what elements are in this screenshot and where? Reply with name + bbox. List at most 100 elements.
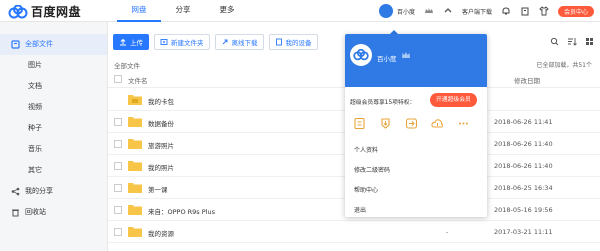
row-checkbox[interactable] [114,118,122,126]
upload-button[interactable]: 上传 [113,34,149,50]
column-header-date[interactable]: 修改日期 [514,75,540,85]
menu-item-change-password[interactable]: 修改二级密码 [345,161,487,181]
popup-header: 百小度 [345,34,487,87]
sidebar-item-other[interactable]: 其它 [0,160,107,181]
privilege-icons [353,117,470,130]
toolbar: 上传 新建文件夹 离线下载 我的设备 [113,34,318,50]
username[interactable]: 百小度 [397,7,415,16]
view-tools [550,37,594,46]
file-date: 2018-06-25 16:34 [494,184,553,192]
file-size: - [446,228,449,236]
row-checkbox[interactable] [114,140,122,148]
row-checkbox[interactable] [114,206,122,214]
shirt-icon[interactable] [539,6,549,16]
logo[interactable]: 百度网盘 [8,3,81,20]
sidebar-item-label: 全部文件 [25,40,53,48]
file-name[interactable]: 第一课 [148,184,168,194]
sort-icon[interactable] [567,37,577,46]
upload-icon [120,38,126,46]
share-icon [11,187,20,196]
file-date: 2017-03-21 11:11 [494,228,553,236]
file-date: 2018-06-26 11:40 [494,140,553,148]
file-date: 2018-06-26 11:40 [494,162,553,170]
new-folder-label: 新建文件夹 [171,39,204,47]
baidu-cloud-avatar-icon [353,49,369,61]
popup-menu: 个人资料 修改二级密码 帮助中心 退出 [345,141,487,217]
sidebar-item-my-share[interactable]: 我的分享 [0,181,107,202]
row-checkbox[interactable] [114,228,122,236]
privilege-transfer-icon[interactable] [405,117,418,130]
sidebar-item-label: 回收站 [25,208,46,216]
folder-icon [128,117,142,127]
folder-icon [128,139,142,149]
sidebar-item-label: 我的分享 [25,187,53,195]
header-right: 百小度 客户端下载 会员中心 [378,4,594,18]
files-icon [11,40,20,49]
file-count: 已全部加载，共51个 [536,62,592,69]
file-date: 2018-05-16 19:56 [494,206,553,214]
link-icon [222,39,227,45]
new-folder-icon [160,39,168,45]
file-name[interactable]: 数据备份 [148,118,174,128]
row-checkbox[interactable] [114,162,122,170]
sidebar-item-images[interactable]: 图片 [0,55,107,76]
sidebar: 全部文件 图片 文档 视频 种子 音乐 其它 我的分享 回收站 [0,22,108,251]
sidebar-item-all-files[interactable]: 全部文件 [0,34,107,55]
privilege-storage-icon[interactable] [353,117,366,130]
menu-item-logout[interactable]: 退出 [345,201,487,217]
card-folder-icon [128,95,142,105]
folder-icon [128,161,142,171]
file-date: 2018-06-26 11:41 [494,118,553,126]
user-popup: 百小度 超级会员尊享15项特权： 开通超级会员 个人资料 修改二级密码 帮助中心… [345,34,487,217]
chevron-up-icon[interactable] [443,6,453,16]
sidebar-item-docs[interactable]: 文档 [0,76,107,97]
open-super-vip-button[interactable]: 开通超级会员 [430,93,477,107]
privilege-cloud-icon[interactable] [431,117,444,130]
file-name[interactable]: 旅游照片 [148,140,174,150]
file-name[interactable]: 我的卡包 [148,96,174,106]
tab-share[interactable]: 分享 [161,0,205,22]
menu-item-profile[interactable]: 个人资料 [345,141,487,161]
row-checkbox[interactable] [114,184,122,192]
sidebar-item-music[interactable]: 音乐 [0,139,107,160]
trash-icon [12,209,19,217]
tab-more[interactable]: 更多 [205,0,249,22]
menu-item-help[interactable]: 帮助中心 [345,181,487,201]
clipboard-icon[interactable] [520,6,530,16]
privilege-download-icon[interactable] [379,117,392,130]
file-name[interactable]: 我的资源 [148,228,174,238]
my-device-button[interactable]: 我的设备 [268,34,318,50]
upload-label: 上传 [130,39,143,47]
logo-text: 百度网盘 [31,5,82,19]
file-name[interactable]: 我的照片 [148,162,174,172]
sidebar-item-recycle[interactable]: 回收站 [0,202,107,223]
offline-download-button[interactable]: 离线下载 [214,34,264,50]
select-all-checkbox[interactable] [114,75,122,83]
vip-promo-text: 超级会员尊享15项特权： [350,100,416,106]
client-download-link[interactable]: 客户端下载 [462,7,492,16]
tab-netdisk[interactable]: 网盘 [117,0,161,22]
baidu-cloud-logo-icon [8,4,28,18]
folder-icon [128,205,142,215]
main-nav: 网盘 分享 更多 [117,0,249,22]
table-row[interactable]: 我的资源 - 2017-03-21 11:11 [108,221,600,243]
grid-view-icon[interactable] [585,37,594,46]
new-folder-button[interactable]: 新建文件夹 [154,34,210,50]
popup-username: 百小度 [377,55,397,63]
column-header-name[interactable]: 文件名 [128,75,148,85]
device-icon [275,38,282,46]
my-device-label: 我的设备 [285,39,312,47]
more-icon[interactable] [457,117,470,130]
avatar[interactable] [378,4,393,18]
breadcrumb: 全部文件 [114,62,140,70]
crown-icon [402,52,410,58]
bell-icon[interactable] [501,6,511,16]
popup-avatar[interactable] [350,44,372,66]
top-bar: 百度网盘 网盘 分享 更多 百小度 客户端下载 会员中心 [0,0,600,22]
file-name[interactable]: 来自：OPPO R9s Plus [148,206,215,216]
sidebar-item-torrents[interactable]: 种子 [0,118,107,139]
folder-icon [128,227,142,237]
search-icon[interactable] [550,37,559,46]
sidebar-item-videos[interactable]: 视频 [0,97,107,118]
vip-center-button[interactable]: 会员中心 [557,5,594,17]
